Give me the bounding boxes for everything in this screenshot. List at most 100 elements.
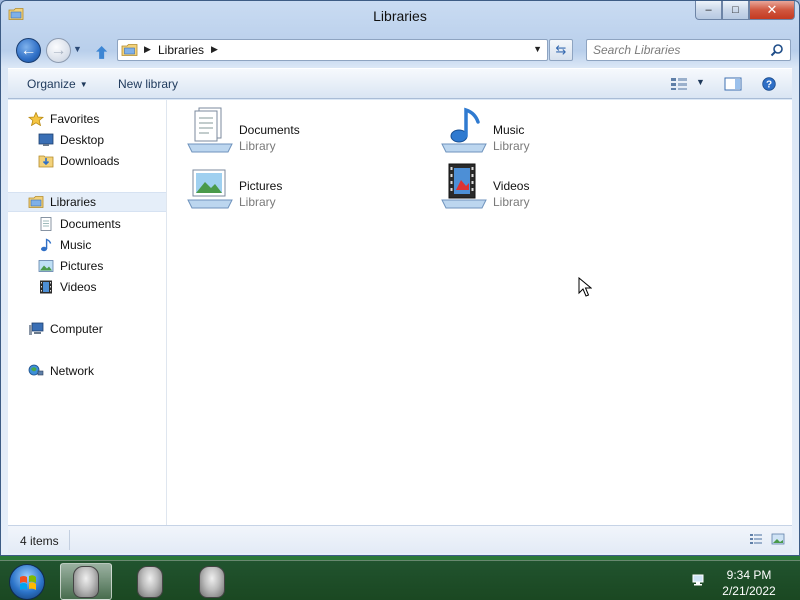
address-history-dropdown[interactable]: ▼ [533, 44, 542, 54]
library-type: Library [493, 139, 530, 153]
minimize-button[interactable]: – [695, 1, 722, 20]
documents-library-icon [187, 107, 233, 153]
videos-library-icon [441, 163, 487, 209]
explorer-window: Libraries – □ ✕ ← → ▼ 🠭 ▶ Libraries ▶ ▼ … [0, 0, 800, 556]
organize-label: Organize [27, 77, 76, 91]
network-icon [28, 364, 44, 376]
sidebar-item-documents[interactable]: Documents [8, 214, 166, 234]
maximize-icon: □ [732, 4, 739, 16]
taskbar-app-button[interactable] [60, 563, 112, 600]
caption-buttons: – □ ✕ [695, 1, 795, 21]
library-item-music[interactable]: Music Library [439, 106, 679, 158]
status-divider [69, 530, 70, 550]
start-button[interactable] [9, 564, 45, 600]
new-library-button[interactable]: New library [118, 77, 178, 91]
music-note-icon [41, 238, 52, 252]
file-list: Documents Library Music Library Pictures… [168, 100, 792, 525]
close-button[interactable]: ✕ [749, 1, 795, 20]
minimize-icon: – [705, 4, 712, 16]
sidebar-item-videos[interactable]: Videos [8, 277, 166, 297]
clock-date[interactable]: 2/21/2022 [700, 584, 798, 598]
recent-locations-dropdown[interactable]: ▼ [73, 44, 82, 54]
content-area: Favorites Desktop Downloads Libraries Do… [8, 100, 792, 525]
status-bar: 4 items [8, 525, 792, 553]
taskbar-app-button[interactable] [124, 563, 176, 600]
downloads-folder-icon [38, 155, 54, 168]
back-button[interactable]: ← [16, 38, 41, 63]
sidebar-item-label: Documents [60, 217, 121, 231]
sidebar-item-label: Desktop [60, 133, 105, 147]
svg-text:?: ? [766, 80, 772, 91]
chevron-down-icon: ▼ [73, 44, 82, 54]
search-box[interactable] [586, 39, 791, 61]
forward-button[interactable]: → [46, 38, 71, 63]
library-name: Music [493, 123, 525, 137]
pictures-icon [38, 260, 54, 272]
up-arrow-icon: 🠭 [96, 43, 108, 62]
search-icon[interactable] [770, 43, 784, 57]
library-name: Documents [239, 123, 300, 137]
computer-icon [29, 322, 44, 335]
refresh-button[interactable]: ⇆ [549, 39, 573, 61]
forward-arrow-icon: → [50, 41, 67, 59]
back-arrow-icon: ← [20, 41, 37, 59]
library-item-videos[interactable]: Videos Library [439, 162, 679, 214]
close-icon: ✕ [766, 2, 778, 17]
command-bar: Organize ▼ New library ▼ ? [8, 68, 792, 99]
sidebar-item-label: Libraries [50, 195, 97, 209]
sidebar-item-label: Music [60, 238, 92, 252]
star-icon [28, 112, 44, 126]
library-type: Library [493, 195, 530, 209]
large-icons-view-icon[interactable] [771, 533, 785, 546]
view-options-dropdown[interactable]: ▼ [696, 77, 714, 91]
taskbar-app-button[interactable] [186, 563, 238, 600]
sidebar-item-downloads[interactable]: Downloads [8, 151, 166, 171]
desktop-icon [38, 133, 54, 146]
breadcrumb-separator-icon[interactable]: ▶ [144, 44, 151, 55]
up-button[interactable]: 🠭 [96, 40, 114, 62]
windows-logo-icon [20, 575, 36, 590]
address-row: ← → ▼ 🠭 ▶ Libraries ▶ ▼ ⇆ [1, 35, 799, 65]
sidebar-item-pictures[interactable]: Pictures [8, 256, 166, 276]
navigation-pane: Favorites Desktop Downloads Libraries Do… [8, 100, 167, 525]
sidebar-item-label: Videos [60, 280, 97, 294]
face-image-thumbnail [73, 565, 99, 598]
face-image-thumbnail [137, 565, 163, 598]
sidebar-item-label: Downloads [60, 154, 120, 168]
breadcrumb-libraries[interactable]: Libraries [158, 43, 204, 57]
address-bar[interactable]: ▶ Libraries ▶ ▼ [117, 39, 548, 61]
documents-icon [40, 217, 52, 231]
maximize-button[interactable]: □ [722, 1, 749, 20]
window-title: Libraries [373, 8, 427, 24]
libraries-folder-icon [121, 44, 138, 56]
details-view-icon[interactable] [749, 533, 763, 546]
refresh-icon: ⇆ [555, 42, 567, 57]
libraries-folder-icon [28, 196, 44, 208]
clock-time[interactable]: 9:34 PM [700, 568, 798, 582]
sidebar-item-computer[interactable]: Computer [8, 319, 166, 339]
sidebar-item-network[interactable]: Network [8, 361, 166, 381]
help-icon[interactable]: ? [760, 77, 778, 91]
change-view-icon[interactable] [670, 77, 688, 91]
library-item-documents[interactable]: Documents Library [185, 106, 425, 158]
library-item-pictures[interactable]: Pictures Library [185, 162, 425, 214]
sidebar-item-desktop[interactable]: Desktop [8, 130, 166, 150]
chevron-down-icon: ▼ [79, 80, 88, 89]
face-image-thumbnail [199, 565, 225, 598]
sidebar-item-label: Network [50, 364, 95, 378]
search-input[interactable] [593, 43, 763, 57]
sidebar-item-favorites[interactable]: Favorites [8, 109, 166, 129]
sidebar-item-label: Computer [50, 322, 103, 336]
organize-menu[interactable]: Organize ▼ [27, 77, 88, 91]
taskbar: 9:34 PM 2/21/2022 [0, 560, 800, 600]
sidebar-item-label: Pictures [60, 259, 104, 273]
library-name: Videos [493, 179, 530, 193]
preview-pane-icon[interactable] [724, 77, 742, 91]
library-name: Pictures [239, 179, 283, 193]
sidebar-item-music[interactable]: Music [8, 235, 166, 255]
sidebar-item-libraries[interactable]: Libraries [8, 192, 166, 212]
film-strip-icon [40, 280, 52, 294]
new-library-label: New library [118, 77, 179, 91]
breadcrumb-separator-icon[interactable]: ▶ [211, 44, 218, 55]
title-bar[interactable]: Libraries – □ ✕ [1, 1, 799, 33]
